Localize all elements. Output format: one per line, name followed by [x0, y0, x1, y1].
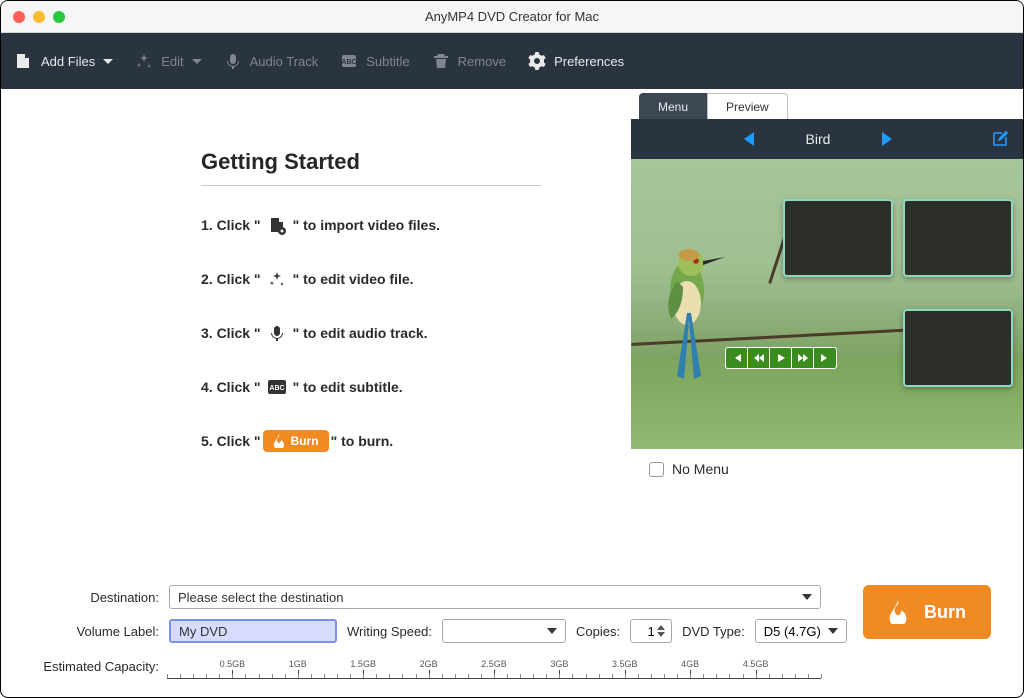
capacity-ruler: 0.5GB1GB1.5GB2GB2.5GB3GB3.5GB4GB4.5GB [167, 653, 821, 679]
preferences-label: Preferences [554, 54, 624, 69]
chevron-down-icon [802, 594, 812, 600]
add-files-button[interactable]: Add Files [13, 51, 113, 71]
rewind-button[interactable] [748, 348, 770, 368]
edit-label: Edit [161, 54, 183, 69]
preferences-button[interactable]: Preferences [528, 52, 624, 70]
writing-speed-label: Writing Speed: [347, 624, 432, 639]
preview-panel: Menu Preview Bird [631, 89, 1023, 574]
add-files-label: Add Files [41, 54, 95, 69]
copies-stepper[interactable]: 1 [630, 619, 672, 643]
add-files-icon [13, 51, 33, 71]
window-title: AnyMP4 DVD Creator for Mac [1, 9, 1023, 24]
chevron-down-icon [547, 628, 557, 634]
burn-badge: Burn [263, 430, 329, 452]
subtitle-label: Subtitle [366, 54, 409, 69]
skip-start-button[interactable] [726, 348, 748, 368]
add-files-icon [266, 214, 288, 236]
copies-decrement[interactable] [657, 632, 665, 637]
divider [201, 185, 541, 186]
audio-track-label: Audio Track [250, 54, 319, 69]
getting-started-panel: Getting Started 1. Click " " to import v… [1, 89, 631, 574]
play-button[interactable] [770, 348, 792, 368]
volume-label-label: Volume Label: [41, 624, 159, 639]
remove-label: Remove [458, 54, 506, 69]
fast-forward-button[interactable] [792, 348, 814, 368]
dvd-type-select[interactable]: D5 (4.7G) [755, 619, 847, 643]
edit-menu-icon[interactable] [991, 130, 1009, 148]
tab-menu[interactable]: Menu [639, 93, 707, 119]
chapter-thumbnail-3[interactable] [903, 309, 1013, 387]
app-window: AnyMP4 DVD Creator for Mac Add Files Edi… [0, 0, 1024, 698]
chapter-thumbnail-1[interactable] [783, 199, 893, 277]
burn-button[interactable]: Burn [863, 585, 991, 639]
flame-icon [888, 600, 908, 624]
audio-track-button[interactable]: Audio Track [224, 52, 319, 70]
close-window-button[interactable] [13, 11, 25, 23]
writing-speed-select[interactable] [442, 619, 566, 643]
main-area: Getting Started 1. Click " " to import v… [1, 89, 1023, 574]
svg-text:ABC: ABC [342, 59, 357, 66]
menu-template-title: Bird [806, 131, 831, 147]
destination-select[interactable]: Please select the destination [169, 585, 821, 609]
step-1: 1. Click " " to import video files. [201, 214, 591, 236]
preview-playback-controls [725, 347, 837, 369]
chapter-thumbnail-2[interactable] [903, 199, 1013, 277]
sparkle-icon [135, 52, 153, 70]
titlebar: AnyMP4 DVD Creator for Mac [1, 1, 1023, 33]
step-3: 3. Click " " to edit audio track. [201, 322, 591, 344]
no-menu-option: No Menu [631, 449, 1023, 489]
microphone-icon [266, 322, 288, 344]
bird-illustration [653, 221, 733, 381]
menu-navigation-bar: Bird [631, 119, 1023, 159]
svg-text:ABC: ABC [269, 385, 284, 392]
edit-button[interactable]: Edit [135, 52, 201, 70]
gear-icon [528, 52, 546, 70]
estimated-capacity-label: Estimated Capacity: [41, 659, 159, 674]
flame-icon [273, 434, 285, 448]
next-template-button[interactable] [882, 132, 892, 146]
sparkle-icon [266, 268, 288, 290]
preview-tabs: Menu Preview [631, 89, 1023, 119]
step-4: 4. Click " ABC " to edit subtitle. [201, 376, 591, 398]
remove-button[interactable]: Remove [432, 52, 506, 70]
prev-template-button[interactable] [744, 132, 754, 146]
volume-label-input[interactable] [169, 619, 337, 643]
main-toolbar: Add Files Edit Audio Track ABC Subtitle … [1, 33, 1023, 89]
step-5: 5. Click " Burn " to burn. [201, 430, 591, 452]
edit-caret-icon [192, 59, 202, 64]
maximize-window-button[interactable] [53, 11, 65, 23]
window-controls [13, 11, 65, 23]
skip-end-button[interactable] [814, 348, 836, 368]
subtitle-icon: ABC [340, 52, 358, 70]
minimize-window-button[interactable] [33, 11, 45, 23]
subtitle-button[interactable]: ABC Subtitle [340, 52, 409, 70]
add-files-caret-icon [103, 59, 113, 64]
chevron-down-icon [828, 628, 838, 634]
menu-preview [631, 159, 1023, 449]
getting-started-heading: Getting Started [201, 149, 591, 175]
copies-increment[interactable] [657, 625, 665, 630]
microphone-icon [224, 52, 242, 70]
no-menu-checkbox[interactable] [649, 462, 664, 477]
copies-label: Copies: [576, 624, 620, 639]
subtitle-icon: ABC [266, 376, 288, 398]
step-2: 2. Click " " to edit video file. [201, 268, 591, 290]
no-menu-label: No Menu [672, 461, 729, 477]
tab-preview[interactable]: Preview [707, 93, 788, 119]
destination-label: Destination: [41, 590, 159, 605]
dvd-type-label: DVD Type: [682, 624, 745, 639]
trash-icon [432, 52, 450, 70]
